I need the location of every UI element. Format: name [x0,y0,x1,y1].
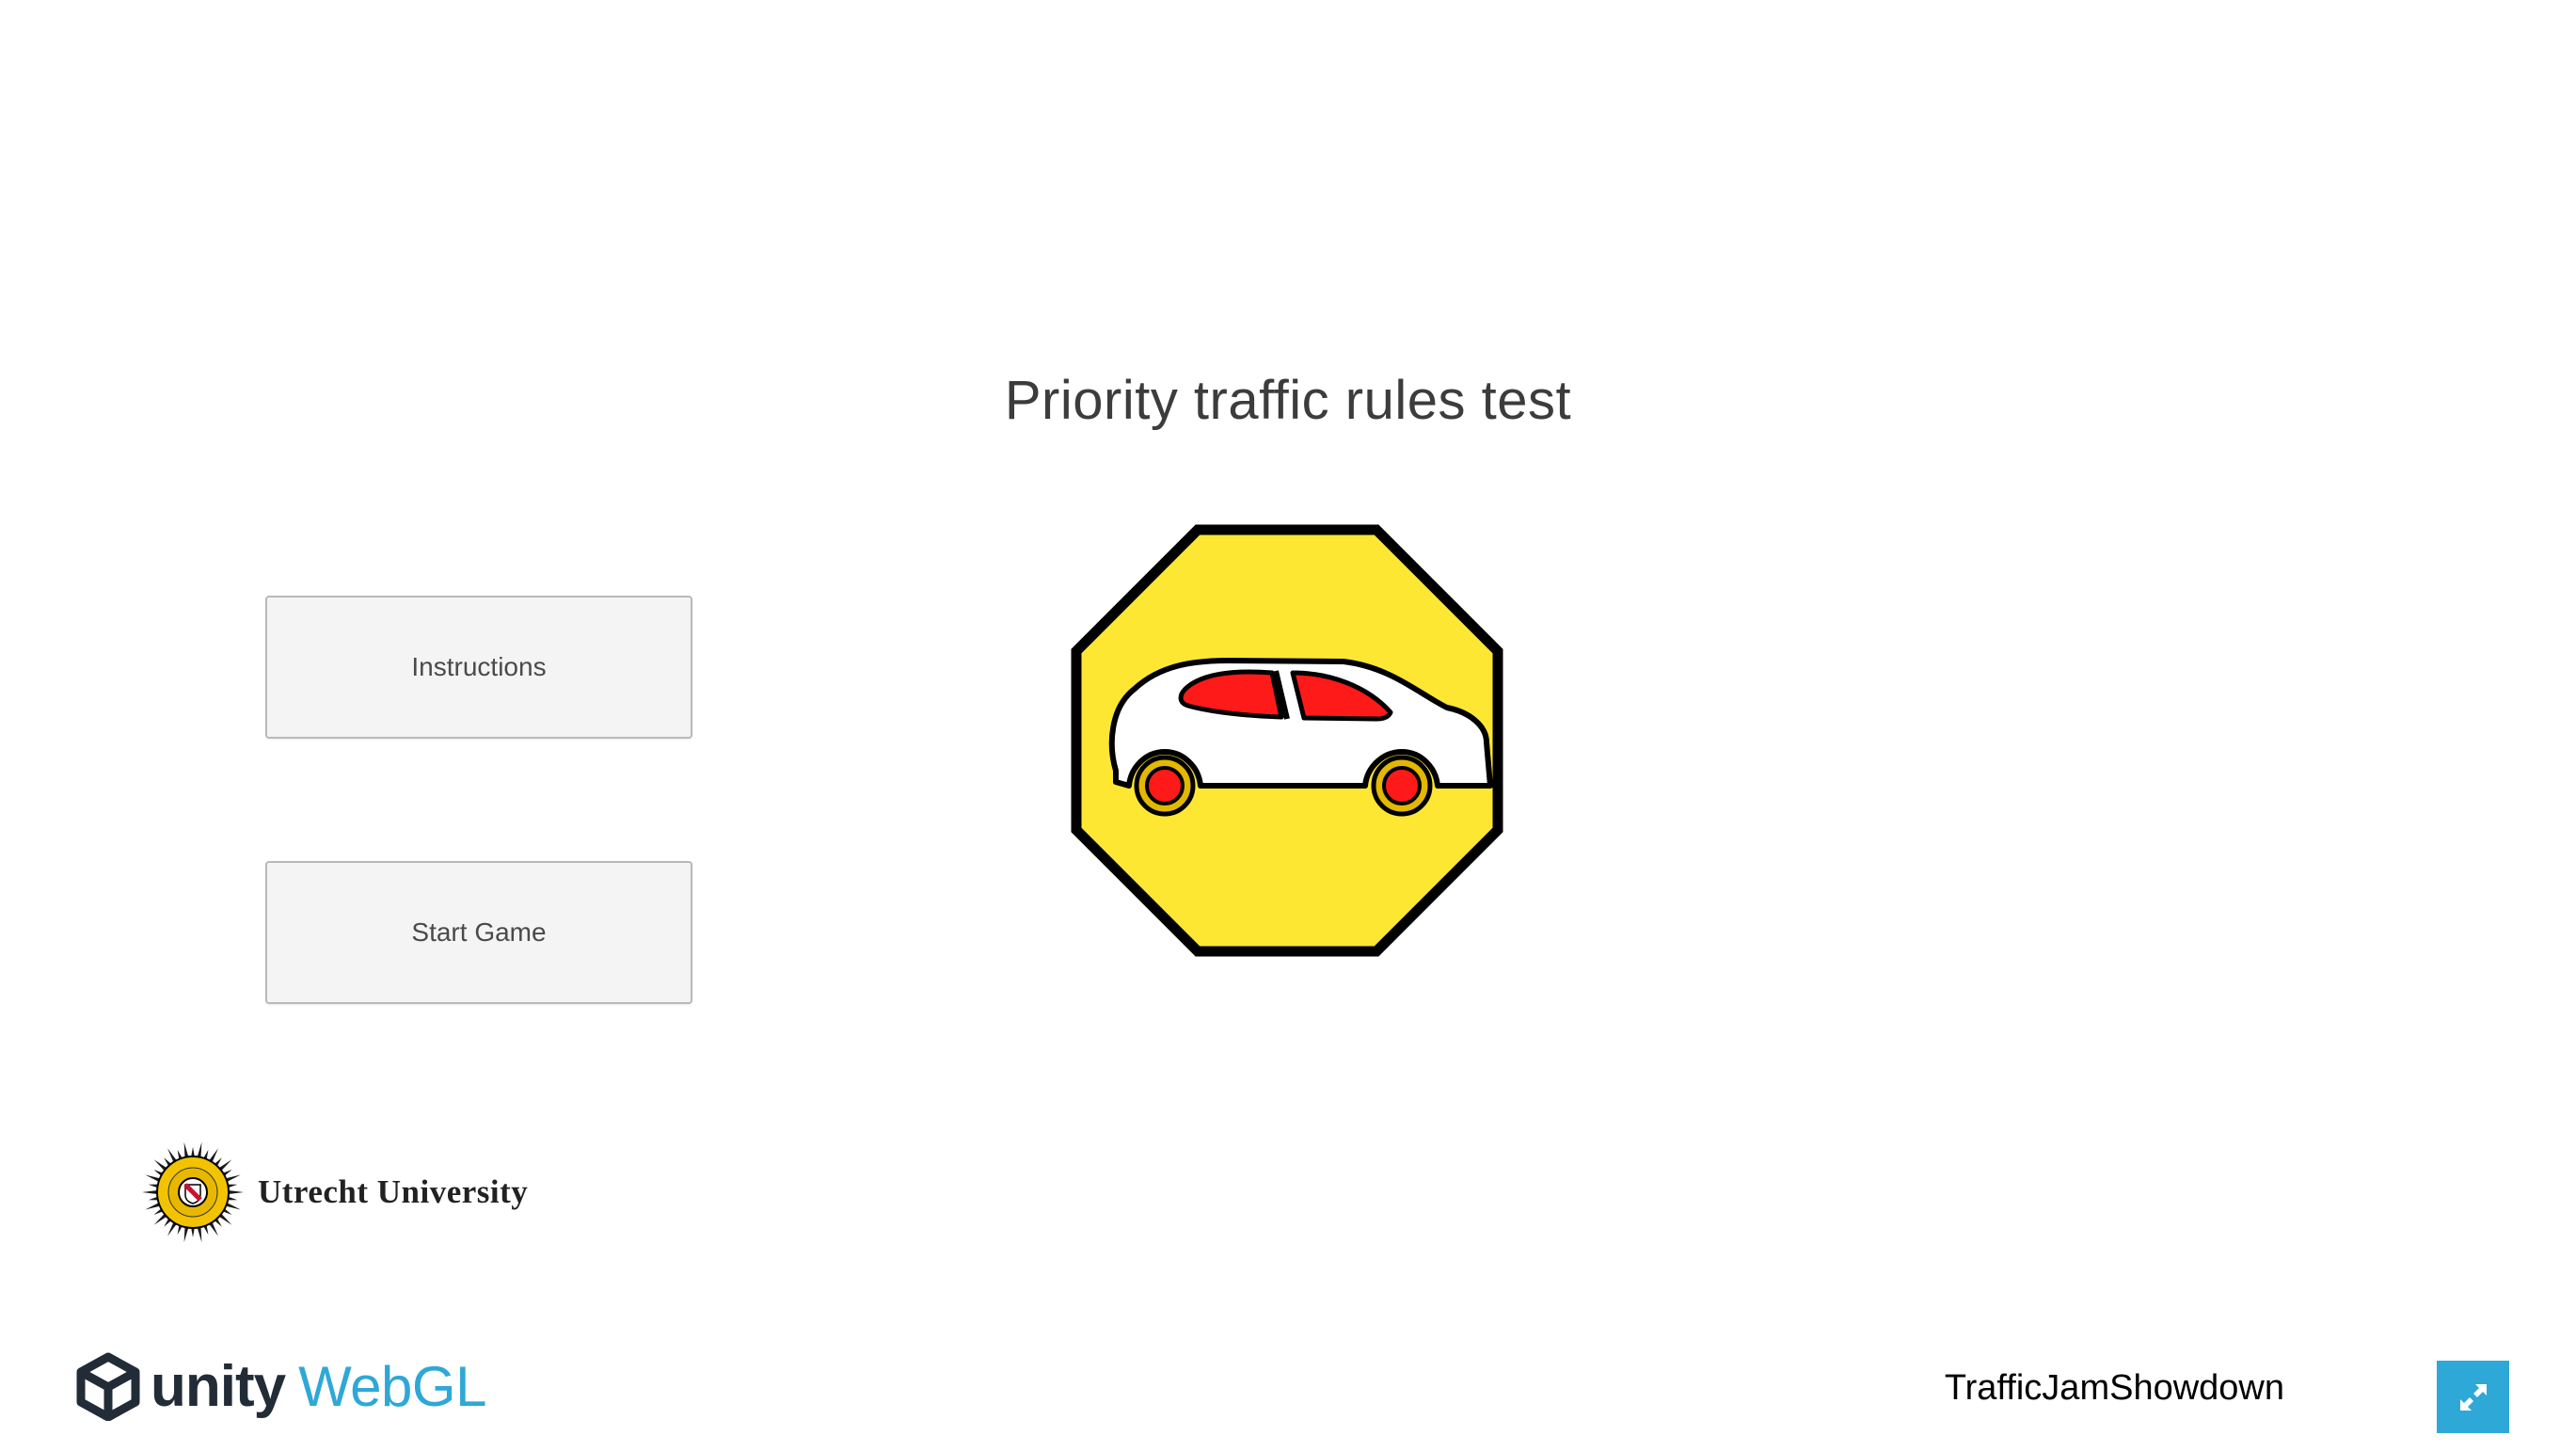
unity-webgl-logo: unity WebGL [73,1351,486,1421]
instructions-button-label: Instructions [411,652,547,681]
game-name-label: TrafficJamShowdown [1944,1368,2284,1408]
start-game-button-label: Start Game [411,917,547,947]
rear-wheel-icon [1134,755,1196,817]
fullscreen-button[interactable] [2437,1361,2509,1433]
front-wheel-icon [1371,755,1433,817]
fullscreen-icon [2459,1383,2487,1411]
webgl-wordmark: WebGL [298,1354,486,1418]
game-canvas[interactable]: Priority traffic rules test Instructions… [0,0,2576,1314]
university-name: Utrecht University [258,1173,529,1210]
utrecht-university-logo: Utrecht University [141,1140,528,1244]
start-game-button[interactable]: Start Game [265,861,692,1004]
instructions-button[interactable]: Instructions [265,596,692,739]
unity-logo-icon [76,1352,140,1421]
game-title: Priority traffic rules test [1004,370,1572,431]
unity-wordmark: unity [151,1353,286,1419]
webgl-footer: unity WebGL TrafficJamShowdown [0,1314,2576,1451]
university-seal-icon [142,1141,244,1243]
priority-car-sign-icon [1071,524,1503,957]
webgl-page: Priority traffic rules test Instructions… [0,0,2576,1451]
